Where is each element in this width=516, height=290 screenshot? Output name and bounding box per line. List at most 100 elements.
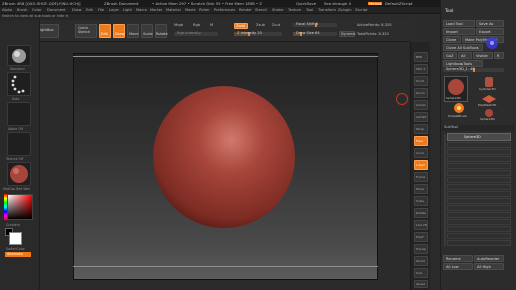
dynamic-button[interactable]: Dynamic (339, 31, 356, 37)
move-button[interactable]: Move (127, 24, 139, 38)
menu-transform[interactable]: Transform (318, 8, 336, 13)
move-view-button[interactable]: Move (414, 184, 428, 194)
save-as-button[interactable]: Save As (476, 20, 504, 27)
tool-thumb-polymesh[interactable]: PolyMesh3D (478, 94, 502, 108)
brush-thumbnail[interactable] (7, 45, 31, 66)
menu-picker[interactable]: Picker (199, 8, 210, 13)
actual-button[interactable]: Actual (414, 100, 428, 110)
floor-button[interactable]: Floor (414, 136, 428, 146)
lightbox-tools-button[interactable]: Lightbox▸Tools (443, 60, 483, 67)
main-color-swatch[interactable] (9, 232, 22, 245)
subtool-slot[interactable] (447, 240, 511, 246)
rgb-intensity-slider[interactable]: Rgb Intensity (174, 32, 218, 36)
all-high-button[interactable]: All High (474, 263, 504, 270)
scale-view-button[interactable]: Scale (414, 196, 428, 206)
subtool-slot[interactable] (447, 219, 511, 225)
all-low-button[interactable]: All Low (443, 263, 473, 270)
spix-button[interactable]: SPix 3 (414, 64, 428, 74)
color-picker-square[interactable] (7, 194, 33, 220)
menu-stroke[interactable]: Stroke (272, 8, 283, 13)
subtool-item-active[interactable]: Sphere3D (447, 133, 511, 141)
clone-button[interactable]: Clone (443, 36, 461, 43)
goz-all-button[interactable]: All (458, 52, 472, 59)
local-button[interactable]: Local (414, 148, 428, 158)
default-zscript-button[interactable]: DefaultZScript (385, 1, 413, 6)
tool-header[interactable]: Tool (442, 8, 514, 16)
menu-tool[interactable]: Tool (306, 8, 313, 13)
stroke-thumbnail[interactable] (7, 72, 31, 96)
tray-divider[interactable] (430, 42, 440, 290)
switchcolor-label[interactable]: SwitchColor (6, 247, 25, 251)
subtool-slot[interactable] (447, 226, 511, 232)
ghost-button[interactable]: Ghost (414, 256, 428, 266)
frame-button[interactable]: Frame (414, 172, 428, 182)
menu-layer[interactable]: Layer (109, 8, 119, 13)
clone-all-subtools-button[interactable]: Clone All SubTools (443, 44, 483, 51)
aahalf-button[interactable]: AAHalf (414, 112, 428, 122)
menu-texture[interactable]: Texture (288, 8, 301, 13)
mrgb-toggle[interactable]: Mrgb (174, 23, 183, 28)
menu-render[interactable]: Render (239, 8, 252, 13)
alternate-button[interactable]: Alternate (5, 252, 31, 257)
alpha-thumbnail[interactable] (7, 102, 31, 126)
scroll-button[interactable]: Scroll (414, 76, 428, 86)
lsym-button[interactable]: L.Sym (414, 160, 428, 170)
visible-button[interactable]: Visible (473, 52, 493, 59)
linefill-button[interactable]: Line Fill (414, 220, 428, 230)
transp-button[interactable]: Transp (414, 244, 428, 254)
subtool-slot[interactable] (447, 205, 511, 211)
material-thumbnail[interactable] (7, 162, 31, 186)
xpose-button[interactable]: Xpose (414, 280, 428, 288)
gradient-label[interactable]: Gradient (6, 223, 20, 227)
subtool-scrollbar[interactable] (444, 134, 446, 246)
subtool-slot[interactable] (447, 177, 511, 183)
subtool-slot[interactable] (447, 170, 511, 176)
r-button[interactable]: R (494, 52, 504, 59)
menu-preferences[interactable]: Preferences (214, 8, 235, 13)
tool-thumb-sphere-2[interactable]: Sphere3D (478, 108, 502, 122)
menu-alpha[interactable]: Alpha (2, 8, 12, 13)
draw-button[interactable]: Draw (113, 24, 125, 38)
subtool-slot[interactable] (447, 142, 511, 148)
texture-thumbnail[interactable] (7, 132, 31, 156)
autoreorder-button[interactable]: AutoReorder (474, 255, 504, 262)
seethrough-slider[interactable]: See-through 0 (324, 1, 351, 6)
bpr-button[interactable]: BPR (414, 52, 428, 62)
subtool-slot[interactable] (447, 191, 511, 197)
zsub-toggle[interactable]: Zsub (256, 23, 265, 28)
menu-brush[interactable]: Brush (17, 8, 27, 13)
menu-zscript[interactable]: Zscript (355, 8, 367, 13)
sphere-model[interactable] (73, 53, 378, 280)
menu-draw[interactable]: Draw (72, 8, 81, 13)
hue-strip[interactable] (4, 194, 7, 220)
edit-button[interactable]: Edit (99, 24, 111, 38)
solo-button[interactable]: Solo (414, 268, 428, 278)
load-tool-button[interactable]: Load Tool (443, 20, 475, 27)
rename-button[interactable]: Rename (443, 255, 473, 262)
tool-thumb-simplebrush[interactable]: SimpleBrush (448, 102, 472, 120)
subtool-slot[interactable] (447, 149, 511, 155)
rotate-view-button[interactable]: Rotate (414, 208, 428, 218)
import-button[interactable]: Import (443, 28, 475, 35)
rgb-toggle[interactable]: Rgb (193, 23, 200, 28)
menu-zplugin[interactable]: Zplugin (338, 8, 352, 13)
menu-color[interactable]: Color (32, 8, 41, 13)
subtool-slot[interactable] (447, 198, 511, 204)
menu-stencil[interactable]: Stencil (255, 8, 267, 13)
subtool-slot[interactable] (447, 184, 511, 190)
menu-edit[interactable]: Edit (86, 8, 93, 13)
goz-button[interactable]: GoZ (443, 52, 457, 59)
zcut-toggle[interactable]: Zcut (272, 23, 280, 28)
subtool-slot[interactable] (447, 163, 511, 169)
export-button[interactable]: Export (476, 28, 504, 35)
tool-thumb-cylinder[interactable]: Cylinder3D (478, 76, 502, 92)
polyf-button[interactable]: PolyF (414, 232, 428, 242)
menu-document[interactable]: Document (47, 8, 66, 13)
subtool-slot[interactable] (447, 233, 511, 239)
quicksave-button[interactable]: QuickSave (296, 1, 316, 6)
menu-material[interactable]: Material (166, 8, 181, 13)
m-toggle[interactable]: M (210, 23, 213, 28)
menu-marker[interactable]: Marker (150, 8, 162, 13)
rotate-button[interactable]: Rotate (155, 24, 168, 38)
menus-button[interactable]: Menus (368, 1, 383, 6)
